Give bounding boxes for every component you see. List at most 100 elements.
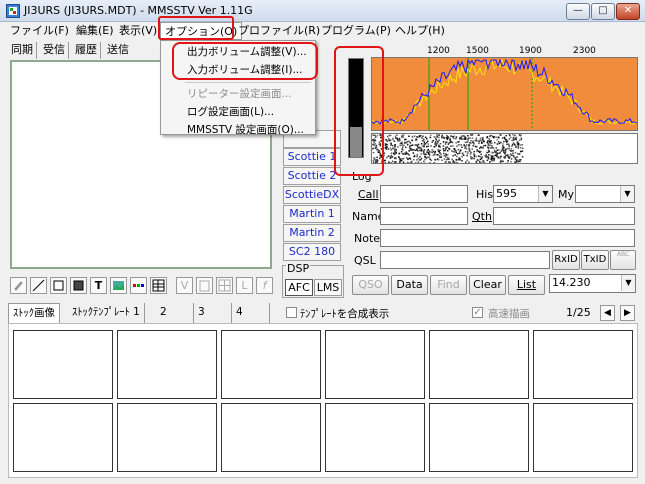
stock-slot[interactable] xyxy=(429,403,529,472)
rectangle-tool-icon[interactable] xyxy=(50,277,67,294)
lms-button[interactable]: LMS xyxy=(314,279,342,296)
find-button[interactable]: Find xyxy=(430,275,467,295)
spectrum-graph xyxy=(372,58,637,130)
stock-slot[interactable] xyxy=(325,403,425,472)
my-combo[interactable]: ▼ xyxy=(575,185,635,203)
page-indicator: 1/25 xyxy=(566,306,591,319)
tab-stock-template-3[interactable]: 3 xyxy=(194,303,232,323)
spectrum-display[interactable] xyxy=(371,57,638,131)
menu-view[interactable]: 表示(V) xyxy=(115,22,161,40)
afc-button[interactable]: AFC xyxy=(285,279,313,296)
dsp-label: DSP xyxy=(286,262,311,275)
fast-draw-label: 高速描画 xyxy=(488,308,530,320)
image-tool-icon[interactable] xyxy=(110,277,127,294)
menu-bar: ファイル(F) 編集(E) 表示(V) オプション(O) プロファイル(R) プ… xyxy=(0,22,645,41)
chevron-down-icon[interactable]: ▼ xyxy=(538,186,552,202)
table-tool-icon[interactable] xyxy=(150,277,167,294)
grid-tool-icon[interactable] xyxy=(216,277,233,294)
text-tool-icon[interactable]: T xyxy=(90,277,107,294)
tab-stock-template-1[interactable]: ｽﾄｯｸﾃﾝﾌﾟﾚｰﾄ 1 xyxy=(68,303,145,323)
note-label: Note xyxy=(354,232,381,245)
tab-receive[interactable]: 受信 xyxy=(40,42,69,59)
mode-button-scottie-2[interactable]: Scottie 2 xyxy=(283,167,341,185)
line-tool-icon[interactable] xyxy=(30,277,47,294)
qth-label: Qth xyxy=(472,210,492,223)
mode-button-scottie-1[interactable]: Scottie 1 xyxy=(283,148,341,166)
menu-help[interactable]: ヘルプ(H) xyxy=(391,22,449,40)
data-button[interactable]: Data xyxy=(391,275,428,295)
his-combo[interactable]: 595 ▼ xyxy=(493,185,553,203)
select-tool-icon[interactable] xyxy=(10,277,27,294)
menu-program[interactable]: プログラム(P) xyxy=(317,22,395,40)
mode-button-scottie-dx[interactable]: ScottieDX xyxy=(283,186,341,204)
spectrum-trace-blue xyxy=(372,58,637,125)
clipboard-tool-icon[interactable] xyxy=(196,277,213,294)
filled-rect-tool-icon[interactable] xyxy=(70,277,87,294)
template-composite-checkbox[interactable] xyxy=(286,307,297,318)
menu-file[interactable]: ファイル(F) xyxy=(6,22,73,40)
my-label: My xyxy=(558,188,575,201)
minimize-button[interactable]: — xyxy=(566,3,590,20)
maximize-button[interactable]: □ xyxy=(591,3,615,20)
tab-send[interactable]: 送信 xyxy=(104,42,132,59)
menu-item-log-settings[interactable]: ログ設定画面(L)... xyxy=(165,103,311,121)
menu-profile[interactable]: プロファイル(R) xyxy=(234,22,324,40)
tab-stock-image[interactable]: ｽﾄｯｸ画像 xyxy=(8,303,60,323)
prev-page-icon[interactable]: ◀ xyxy=(600,305,615,321)
stock-slot[interactable] xyxy=(117,330,217,399)
stock-slot[interactable] xyxy=(429,330,529,399)
qth-input[interactable] xyxy=(493,207,635,225)
highlight-volume-items xyxy=(172,42,318,80)
frequency-value: 14.230 xyxy=(552,276,591,289)
tab-sync[interactable]: 同期 xyxy=(8,42,37,59)
menu-item-mmsstv-settings[interactable]: MMSSTV 設定画面(O)... xyxy=(165,121,311,139)
tab-stock-template-4[interactable]: 4 xyxy=(232,303,270,323)
tab-stock-template-2[interactable]: 2 xyxy=(156,303,194,323)
letter-f-tool[interactable]: f xyxy=(256,277,273,294)
mode-button-sc2-180[interactable]: SC2 180 xyxy=(283,243,341,261)
letter-v-tool[interactable]: V xyxy=(176,277,193,294)
clear-button[interactable]: Clear xyxy=(469,275,506,295)
stock-slot[interactable] xyxy=(221,330,321,399)
stock-slot[interactable] xyxy=(13,403,113,472)
chevron-down-icon[interactable]: ▼ xyxy=(621,275,635,291)
mode-button-martin-1[interactable]: Martin 1 xyxy=(283,205,341,223)
color-bar-tool-icon[interactable] xyxy=(130,277,147,294)
abc-button[interactable]: ABC xyxy=(610,250,636,270)
tab-history[interactable]: 履歴 xyxy=(72,42,101,59)
next-page-icon[interactable]: ▶ xyxy=(620,305,635,321)
name-input[interactable] xyxy=(380,207,468,225)
title-bar: JI3URS (JI3URS.MDT) - MMSSTV Ver 1.11G —… xyxy=(0,0,645,22)
stock-slot[interactable] xyxy=(13,330,113,399)
call-input[interactable] xyxy=(380,185,468,203)
menu-edit[interactable]: 編集(E) xyxy=(72,22,118,40)
stock-slot[interactable] xyxy=(221,403,321,472)
app-icon xyxy=(6,4,20,18)
note-input[interactable] xyxy=(380,229,635,247)
qsl-input[interactable] xyxy=(380,251,550,269)
letter-l-tool[interactable]: L xyxy=(236,277,253,294)
qsl-label: QSL xyxy=(354,254,376,267)
template-composite-label: ﾃﾝﾌﾟﾚｰﾄを合成表示 xyxy=(300,308,390,320)
spectrum-trace-yellow xyxy=(372,58,637,125)
chevron-down-icon[interactable]: ▼ xyxy=(620,186,634,202)
waterfall-display[interactable] xyxy=(371,133,638,164)
stock-slot[interactable] xyxy=(533,403,633,472)
his-label: His xyxy=(476,188,494,201)
highlight-level-meter xyxy=(334,46,384,176)
stock-tab-bar: ｽﾄｯｸ画像 ｽﾄｯｸﾃﾝﾌﾟﾚｰﾄ 1 2 3 4 ﾃﾝﾌﾟﾚｰﾄを合成表示 … xyxy=(0,303,645,323)
close-button[interactable]: ✕ xyxy=(616,3,640,20)
stock-slot[interactable] xyxy=(533,330,633,399)
waterfall-noise xyxy=(372,134,524,163)
fast-draw-checkbox[interactable]: ✓ xyxy=(472,307,483,318)
stock-slot[interactable] xyxy=(117,403,217,472)
mode-button-martin-2[interactable]: Martin 2 xyxy=(283,224,341,242)
rxid-button[interactable]: RxID xyxy=(552,250,580,270)
qso-button[interactable]: QSO xyxy=(352,275,389,295)
frequency-combo[interactable]: 14.230 ▼ xyxy=(549,274,636,293)
stock-slot[interactable] xyxy=(325,330,425,399)
menu-item-repeater-settings[interactable]: リピーター設定画面... xyxy=(165,85,311,103)
freq-label-1500: 1500 xyxy=(466,46,489,56)
txid-button[interactable]: TxID xyxy=(581,250,609,270)
list-button[interactable]: List xyxy=(508,275,545,295)
